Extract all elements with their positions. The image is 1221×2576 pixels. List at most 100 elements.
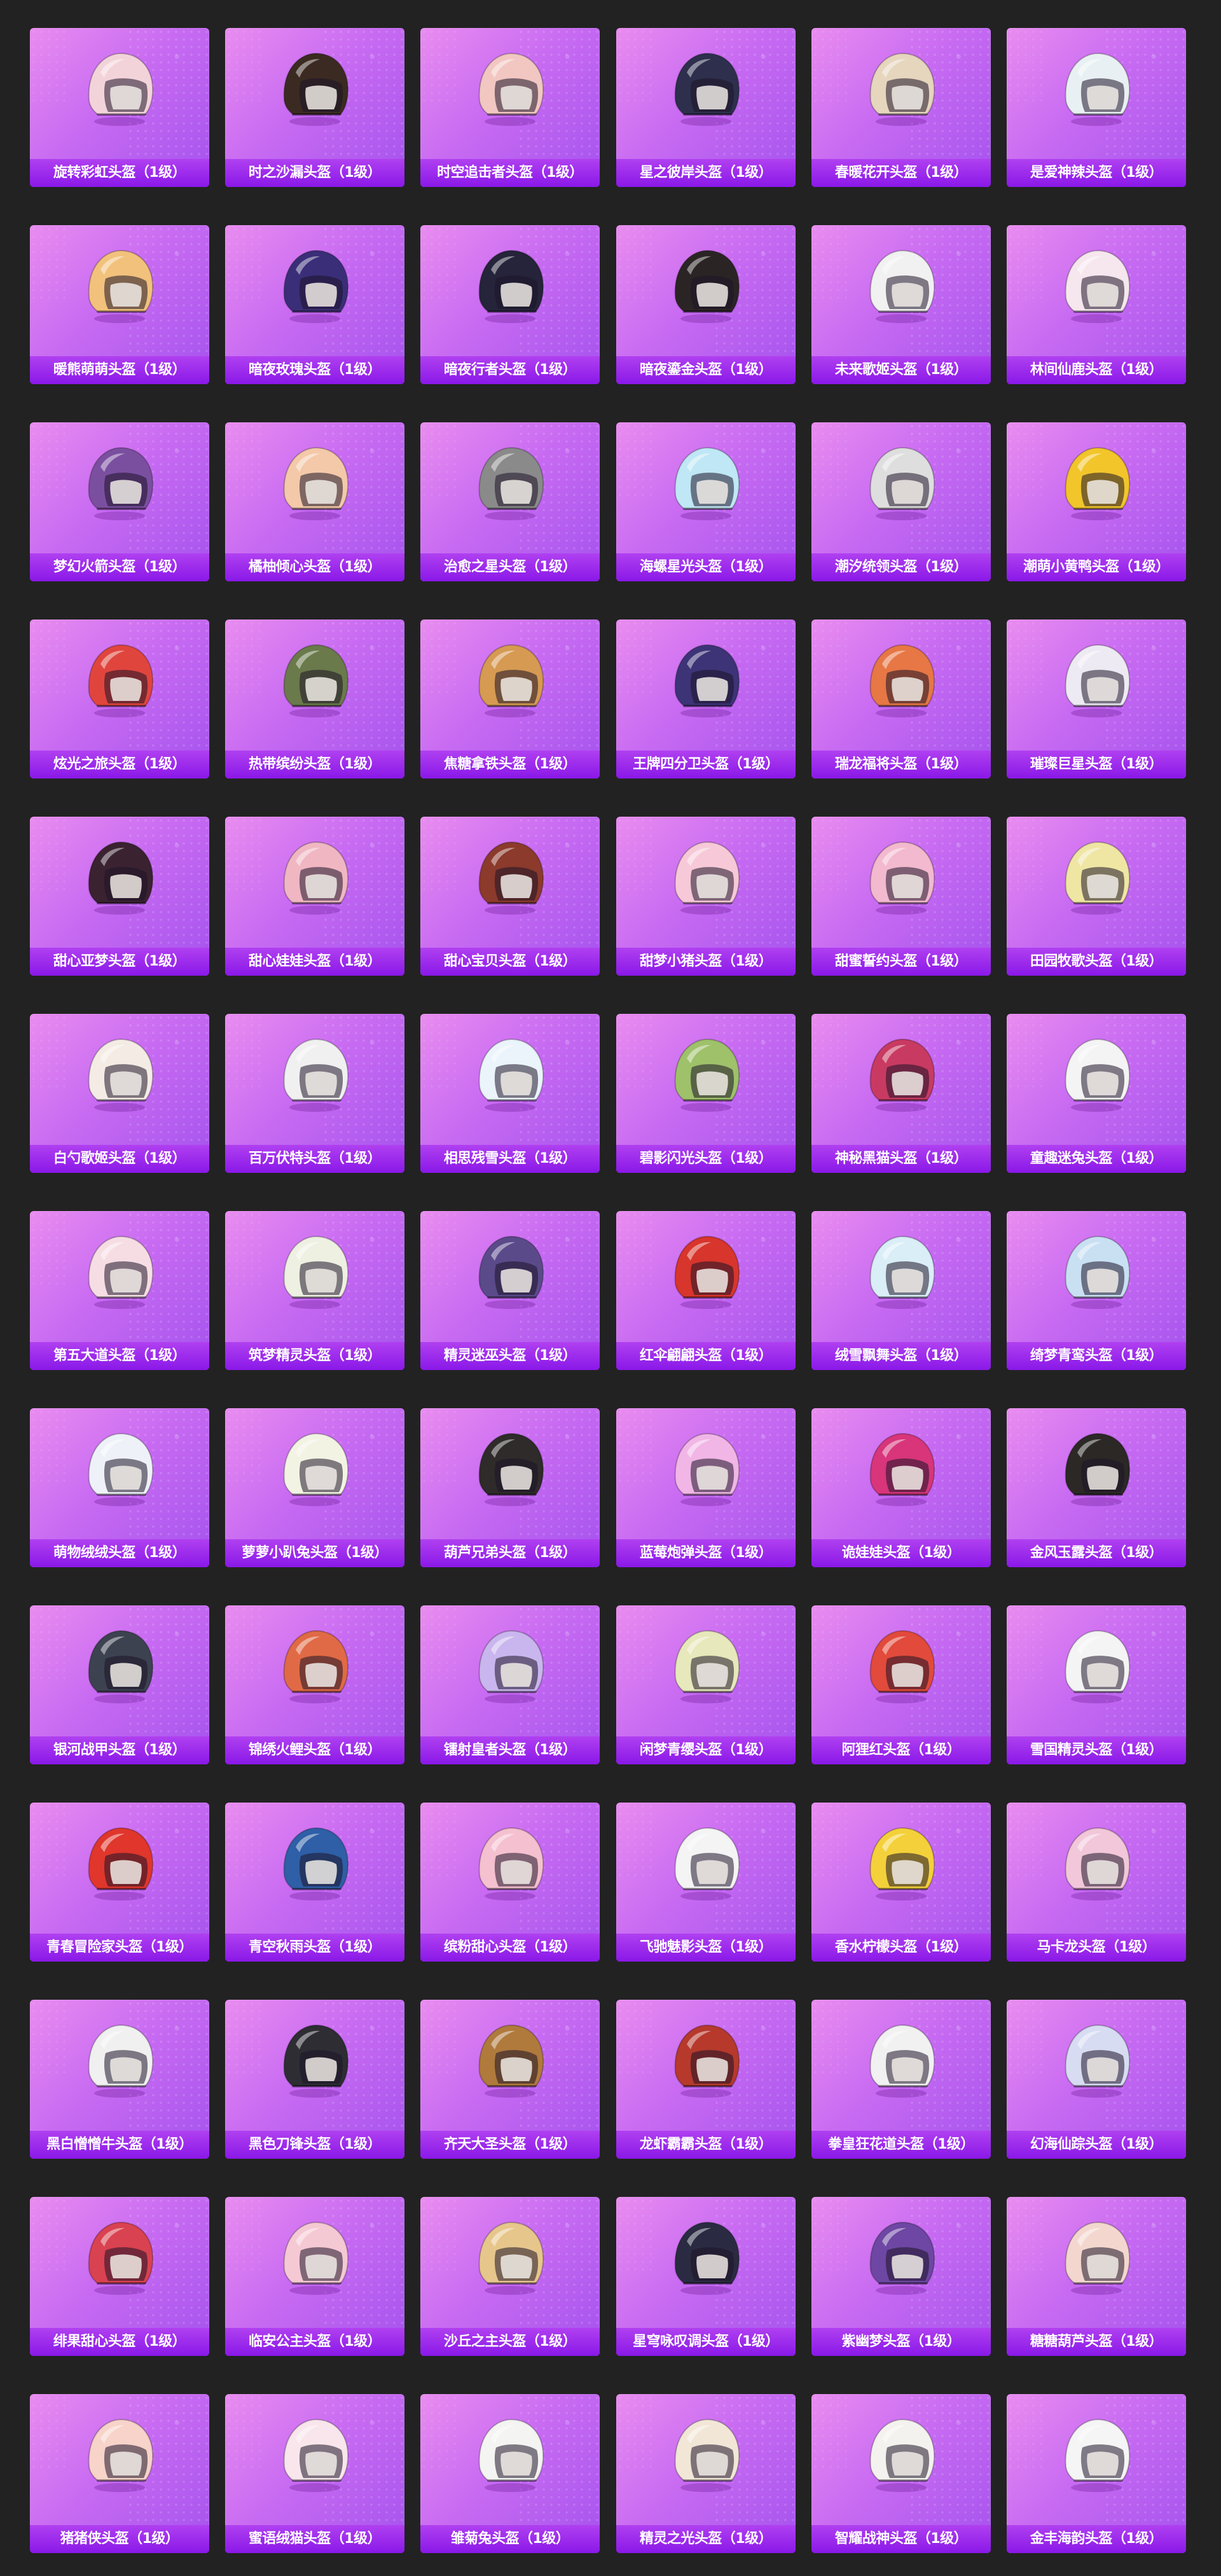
- helmet-card[interactable]: 葫芦兄弟头盔（1级）: [420, 1408, 600, 1567]
- helmet-card[interactable]: 时之沙漏头盔（1级）: [225, 28, 404, 187]
- helmet-card[interactable]: 诡娃娃头盔（1级）: [811, 1408, 991, 1567]
- helmet-card[interactable]: 飞驰魅影头盔（1级）: [616, 1803, 796, 1962]
- helmet-card[interactable]: 金丰海韵头盔（1级）: [1007, 2394, 1186, 2553]
- helmet-name-label: 绒雪飘舞头盔（1级）: [811, 1342, 991, 1370]
- helmet-icon: [283, 249, 349, 323]
- helmet-card[interactable]: 缤粉甜心头盔（1级）: [420, 1803, 600, 1962]
- helmet-icon: [674, 644, 740, 717]
- helmet-card[interactable]: 百万伏特头盔（1级）: [225, 1014, 404, 1173]
- helmet-icon: [478, 447, 544, 520]
- helmet-card[interactable]: 精灵之光头盔（1级）: [616, 2394, 796, 2553]
- helmet-card[interactable]: 萝萝小趴兔头盔（1级）: [225, 1408, 404, 1567]
- helmet-card[interactable]: 璀璨巨星头盔（1级）: [1007, 620, 1186, 779]
- helmet-card[interactable]: 瑞龙福将头盔（1级）: [811, 620, 991, 779]
- helmet-icon: [869, 1038, 935, 1112]
- helmet-card[interactable]: 筑梦精灵头盔（1级）: [225, 1211, 404, 1370]
- helmet-card[interactable]: 萌物绒绒头盔（1级）: [30, 1408, 209, 1567]
- helmet-icon: [674, 841, 740, 915]
- helmet-card[interactable]: 拳皇狂花道头盔（1级）: [811, 2000, 991, 2159]
- helmet-card[interactable]: 神秘黑猫头盔（1级）: [811, 1014, 991, 1173]
- helmet-card[interactable]: 黑白憎憎牛头盔（1级）: [30, 2000, 209, 2159]
- helmet-card[interactable]: 炫光之旅头盔（1级）: [30, 620, 209, 779]
- helmet-card[interactable]: 红伞翩翩头盔（1级）: [616, 1211, 796, 1370]
- helmet-card[interactable]: 雪国精灵头盔（1级）: [1007, 1605, 1186, 1764]
- helmet-card[interactable]: 暖熊萌萌头盔（1级）: [30, 225, 209, 384]
- helmet-name-label: 青空秋雨头盔（1级）: [225, 1934, 404, 1962]
- helmet-card[interactable]: 镭射皇者头盔（1级）: [420, 1605, 600, 1764]
- helmet-card[interactable]: 星穹咏叹调头盔（1级）: [616, 2197, 796, 2356]
- helmet-card[interactable]: 幻海仙踪头盔（1级）: [1007, 2000, 1186, 2159]
- helmet-card[interactable]: 旋转彩虹头盔（1级）: [30, 28, 209, 187]
- helmet-card[interactable]: 甜蜜誓约头盔（1级）: [811, 817, 991, 976]
- helmet-card[interactable]: 暗夜鎏金头盔（1级）: [616, 225, 796, 384]
- helmet-icon: [869, 1827, 935, 1901]
- helmet-card[interactable]: 相思残雪头盔（1级）: [420, 1014, 600, 1173]
- helmet-card[interactable]: 甜梦小猪头盔（1级）: [616, 817, 796, 976]
- helmet-card[interactable]: 春暖花开头盔（1级）: [811, 28, 991, 187]
- helmet-icon: [1065, 2221, 1131, 2295]
- helmet-card[interactable]: 沙丘之主头盔（1级）: [420, 2197, 600, 2356]
- helmet-card[interactable]: 雏菊兔头盔（1级）: [420, 2394, 600, 2553]
- helmet-card[interactable]: 潮萌小黄鸭头盔（1级）: [1007, 422, 1186, 581]
- helmet-card[interactable]: 时空追击者头盔（1级）: [420, 28, 600, 187]
- helmet-card[interactable]: 暗夜玫瑰头盔（1级）: [225, 225, 404, 384]
- helmet-icon: [478, 1432, 544, 1506]
- helmet-card[interactable]: 橘柚倾心头盔（1级）: [225, 422, 404, 581]
- helmet-card[interactable]: 精灵迷巫头盔（1级）: [420, 1211, 600, 1370]
- helmet-icon: [88, 249, 154, 323]
- helmet-name-label: 临安公主头盔（1级）: [225, 2328, 404, 2356]
- helmet-card[interactable]: 锦绣火鲤头盔（1级）: [225, 1605, 404, 1764]
- helmet-icon: [674, 2221, 740, 2295]
- helmet-card[interactable]: 潮汐统领头盔（1级）: [811, 422, 991, 581]
- helmet-card[interactable]: 星之彼岸头盔（1级）: [616, 28, 796, 187]
- helmet-card[interactable]: 马卡龙头盔（1级）: [1007, 1803, 1186, 1962]
- helmet-card[interactable]: 是爱神辣头盔（1级）: [1007, 28, 1186, 187]
- helmet-card[interactable]: 梦幻火箭头盔（1级）: [30, 422, 209, 581]
- helmet-card[interactable]: 青空秋雨头盔（1级）: [225, 1803, 404, 1962]
- helmet-card[interactable]: 临安公主头盔（1级）: [225, 2197, 404, 2356]
- helmet-card[interactable]: 黑色刀锋头盔（1级）: [225, 2000, 404, 2159]
- helmet-card[interactable]: 林间仙鹿头盔（1级）: [1007, 225, 1186, 384]
- helmet-card[interactable]: 银河战甲头盔（1级）: [30, 1605, 209, 1764]
- helmet-card[interactable]: 甜心娃娃头盔（1级）: [225, 817, 404, 976]
- helmet-card[interactable]: 田园牧歌头盔（1级）: [1007, 817, 1186, 976]
- helmet-card[interactable]: 甜心亚梦头盔（1级）: [30, 817, 209, 976]
- helmet-card[interactable]: 猪猪侠头盔（1级）: [30, 2394, 209, 2553]
- helmet-card[interactable]: 热带缤纷头盔（1级）: [225, 620, 404, 779]
- helmet-card[interactable]: 紫幽梦头盔（1级）: [811, 2197, 991, 2356]
- helmet-card[interactable]: 香水柠檬头盔（1级）: [811, 1803, 991, 1962]
- helmet-card[interactable]: 糖糖葫芦头盔（1级）: [1007, 2197, 1186, 2356]
- helmet-card[interactable]: 龙虾霸霸头盔（1级）: [616, 2000, 796, 2159]
- helmet-icon: [674, 1827, 740, 1901]
- helmet-card[interactable]: 暗夜行者头盔（1级）: [420, 225, 600, 384]
- helmet-card[interactable]: 绯果甜心头盔（1级）: [30, 2197, 209, 2356]
- helmet-card[interactable]: 金风玉露头盔（1级）: [1007, 1408, 1186, 1567]
- helmet-name-label: 未来歌姬头盔（1级）: [811, 356, 991, 384]
- helmet-card[interactable]: 闲梦青缨头盔（1级）: [616, 1605, 796, 1764]
- helmet-icon: [88, 644, 154, 717]
- helmet-card[interactable]: 焦糖拿铁头盔（1级）: [420, 620, 600, 779]
- helmet-name-label: 黑白憎憎牛头盔（1级）: [30, 2131, 209, 2159]
- helmet-name-label: 金风玉露头盔（1级）: [1007, 1539, 1186, 1567]
- helmet-card[interactable]: 碧影闪光头盔（1级）: [616, 1014, 796, 1173]
- helmet-card[interactable]: 白勺歌姬头盔（1级）: [30, 1014, 209, 1173]
- helmet-card[interactable]: 王牌四分卫头盔（1级）: [616, 620, 796, 779]
- helmet-card[interactable]: 治愈之星头盔（1级）: [420, 422, 600, 581]
- helmet-icon: [283, 447, 349, 520]
- helmet-name-label: 黑色刀锋头盔（1级）: [225, 2131, 404, 2159]
- helmet-card[interactable]: 绒雪飘舞头盔（1级）: [811, 1211, 991, 1370]
- helmet-card[interactable]: 甜心宝贝头盔（1级）: [420, 817, 600, 976]
- helmet-card[interactable]: 童趣迷兔头盔（1级）: [1007, 1014, 1186, 1173]
- helmet-icon: [1065, 1630, 1131, 1703]
- helmet-card[interactable]: 蜜语绒猫头盔（1级）: [225, 2394, 404, 2553]
- helmet-card[interactable]: 海螺星光头盔（1级）: [616, 422, 796, 581]
- helmet-card[interactable]: 青春冒险家头盔（1级）: [30, 1803, 209, 1962]
- helmet-card[interactable]: 阿狸红头盔（1级）: [811, 1605, 991, 1764]
- helmet-card[interactable]: 蓝莓炮弹头盔（1级）: [616, 1408, 796, 1567]
- helmet-card[interactable]: 绮梦青鸾头盔（1级）: [1007, 1211, 1186, 1370]
- helmet-name-label: 青春冒险家头盔（1级）: [30, 1934, 209, 1962]
- helmet-card[interactable]: 未来歌姬头盔（1级）: [811, 225, 991, 384]
- helmet-card[interactable]: 齐天大圣头盔（1级）: [420, 2000, 600, 2159]
- helmet-card[interactable]: 第五大道头盔（1级）: [30, 1211, 209, 1370]
- helmet-card[interactable]: 智耀战神头盔（1级）: [811, 2394, 991, 2553]
